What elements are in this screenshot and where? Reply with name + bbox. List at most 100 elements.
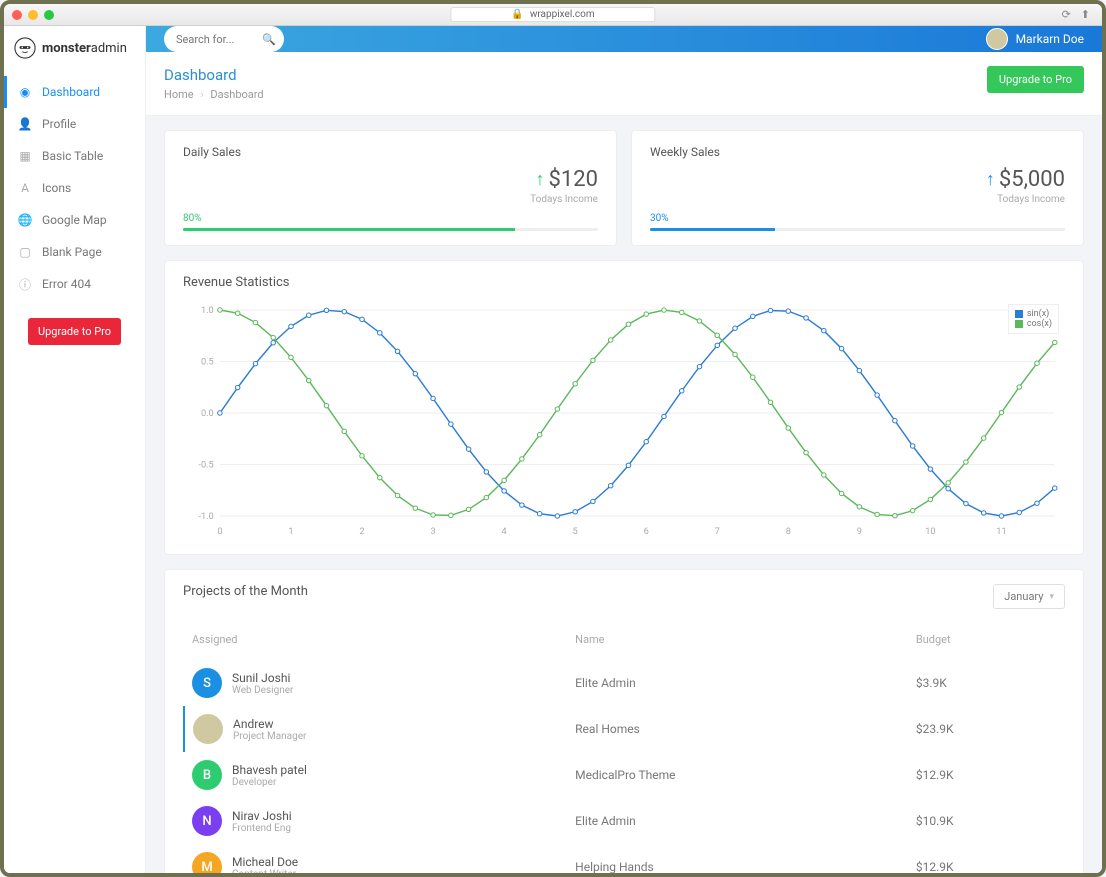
search-input[interactable] (176, 33, 256, 46)
share-icon[interactable]: ⬆ (1081, 8, 1090, 21)
sidebar-item-label: Basic Table (42, 149, 103, 163)
crumb-home[interactable]: Home (164, 88, 194, 101)
svg-text:4: 4 (502, 527, 507, 537)
maximize-window-icon[interactable] (44, 10, 54, 20)
page-title: Dashboard (164, 66, 264, 84)
sidebar-item-label: Profile (42, 117, 76, 131)
minimize-window-icon[interactable] (28, 10, 38, 20)
weekly-sales-card: Weekly Sales ↑$5,000 Todays Income 30% (631, 130, 1084, 246)
arrow-up-icon: ↑ (536, 169, 545, 190)
svg-text:10: 10 (925, 527, 935, 537)
legend-swatch-icon (1015, 310, 1023, 318)
sidebar: monsteradmin ◉Dashboard 👤Profile ▦ Basic … (4, 26, 146, 873)
sidebar-item-google-map[interactable]: 🌐Google Map (4, 204, 145, 236)
chevron-right-icon: › (200, 88, 203, 101)
table-icon: ▦ (18, 149, 32, 163)
assignee-avatar (193, 714, 223, 744)
project-budget: $12.9K (908, 844, 1065, 873)
revenue-chart-card: Revenue Statistics -1.0-0.50.00.51.00123… (164, 260, 1084, 555)
assignee-role: Frontend Eng (232, 823, 292, 834)
sidebar-item-error-404[interactable]: ⓘError 404 (4, 268, 145, 300)
assignee-role: Project Manager (233, 731, 306, 742)
search-box[interactable]: 🔍 (164, 26, 284, 52)
weekly-pct: 30% (650, 213, 1065, 224)
chart-title: Revenue Statistics (183, 275, 1065, 290)
daily-pct: 80% (183, 213, 598, 224)
assignee-name: Nirav Joshi (232, 809, 292, 823)
project-budget: $3.9K (908, 660, 1065, 706)
main-area: 🔍 Markarn Doe Dashboard Home › Dashboard… (146, 26, 1102, 873)
svg-text:5: 5 (573, 527, 578, 537)
card-title: Daily Sales (183, 145, 598, 159)
legend-label: cos(x) (1027, 319, 1052, 329)
project-name: Elite Admin (567, 660, 908, 706)
table-row[interactable]: N Nirav Joshi Frontend Eng Elite Admin $… (184, 798, 1065, 844)
assignee-name: Sunil Joshi (232, 671, 293, 685)
table-row[interactable]: M Micheal Doe Content Writer Helping Han… (184, 844, 1065, 873)
sidebar-item-label: Error 404 (42, 277, 91, 291)
project-budget: $12.9K (908, 752, 1065, 798)
arrow-up-icon: ↑ (986, 169, 995, 190)
chart-legend: sin(x) cos(x) (1008, 304, 1059, 334)
table-row[interactable]: B Bhavesh patel Developer MedicalPro The… (184, 752, 1065, 798)
avatar (986, 28, 1008, 50)
sidebar-item-dashboard[interactable]: ◉Dashboard (4, 76, 145, 108)
table-row[interactable]: Andrew Project Manager Real Homes $23.9K (184, 706, 1065, 752)
page-icon: ▢ (18, 245, 32, 259)
svg-text:0: 0 (217, 527, 222, 537)
topbar: 🔍 Markarn Doe (146, 26, 1102, 52)
close-window-icon[interactable] (12, 10, 22, 20)
svg-text:-0.5: -0.5 (198, 461, 213, 471)
weekly-value: $5,000 (999, 167, 1065, 192)
project-name: MedicalPro Theme (567, 752, 908, 798)
font-icon: A (18, 181, 32, 195)
assignee-avatar: S (192, 668, 222, 698)
month-selected-label: January (1004, 590, 1043, 603)
card-title: Weekly Sales (650, 145, 1065, 159)
sidebar-item-label: Dashboard (42, 85, 100, 99)
sidebar-item-label: Google Map (42, 213, 107, 227)
month-select[interactable]: January ▾ (993, 584, 1065, 609)
assignee-avatar: N (192, 806, 222, 836)
refresh-icon[interactable]: ⟳ (1062, 8, 1071, 21)
project-name: Helping Hands (567, 844, 908, 873)
sidebar-item-label: Icons (42, 181, 71, 195)
sidebar-item-profile[interactable]: 👤Profile (4, 108, 145, 140)
daily-sub: Todays Income (183, 194, 598, 205)
upgrade-button-sidebar[interactable]: Upgrade to Pro (28, 318, 121, 345)
sidebar-item-basic-table[interactable]: ▦ Basic Table (4, 140, 145, 172)
svg-text:1.0: 1.0 (201, 306, 214, 316)
user-name: Markarn Doe (1016, 32, 1084, 46)
legend-swatch-icon (1015, 320, 1023, 328)
weekly-sub: Todays Income (650, 194, 1065, 205)
upgrade-button-header[interactable]: Upgrade to Pro (987, 66, 1084, 93)
user-menu[interactable]: Markarn Doe (986, 28, 1084, 50)
sidebar-item-blank-page[interactable]: ▢ Blank Page (4, 236, 145, 268)
assignee-avatar: M (192, 852, 222, 873)
daily-value: $120 (549, 167, 598, 192)
col-assigned: Assigned (184, 627, 567, 660)
monster-logo-icon (14, 37, 36, 59)
svg-text:11: 11 (996, 527, 1006, 537)
svg-text:1: 1 (288, 527, 293, 537)
sidebar-item-label: Blank Page (42, 245, 102, 259)
project-name: Elite Admin (567, 798, 908, 844)
chevron-down-icon: ▾ (1049, 592, 1054, 602)
brand-text: monsteradmin (42, 41, 127, 56)
project-budget: $10.9K (908, 798, 1065, 844)
browser-titlebar: 🔒 wrappixel.com ⟳ ⬆ (4, 4, 1102, 26)
address-bar[interactable]: 🔒 wrappixel.com (450, 7, 655, 22)
sidebar-item-icons[interactable]: A Icons (4, 172, 145, 204)
table-row[interactable]: S Sunil Joshi Web Designer Elite Admin $… (184, 660, 1065, 706)
svg-text:3: 3 (430, 527, 435, 537)
projects-card: Projects of the Month January ▾ Assigned… (164, 569, 1084, 873)
window-frame: 🔒 wrappixel.com ⟳ ⬆ monsteradmin ◉Dashbo… (0, 0, 1106, 877)
search-icon[interactable]: 🔍 (262, 33, 276, 46)
chart-canvas: -1.0-0.50.00.51.001234567891011 sin(x) c… (183, 300, 1065, 540)
assignee-role: Content Writer (232, 869, 298, 874)
projects-title: Projects of the Month (183, 584, 308, 599)
svg-text:2: 2 (359, 527, 364, 537)
brand-logo[interactable]: monsteradmin (4, 26, 145, 70)
assignee-name: Bhavesh patel (232, 763, 307, 777)
browser-right-icons: ⟳ ⬆ (1062, 8, 1090, 21)
